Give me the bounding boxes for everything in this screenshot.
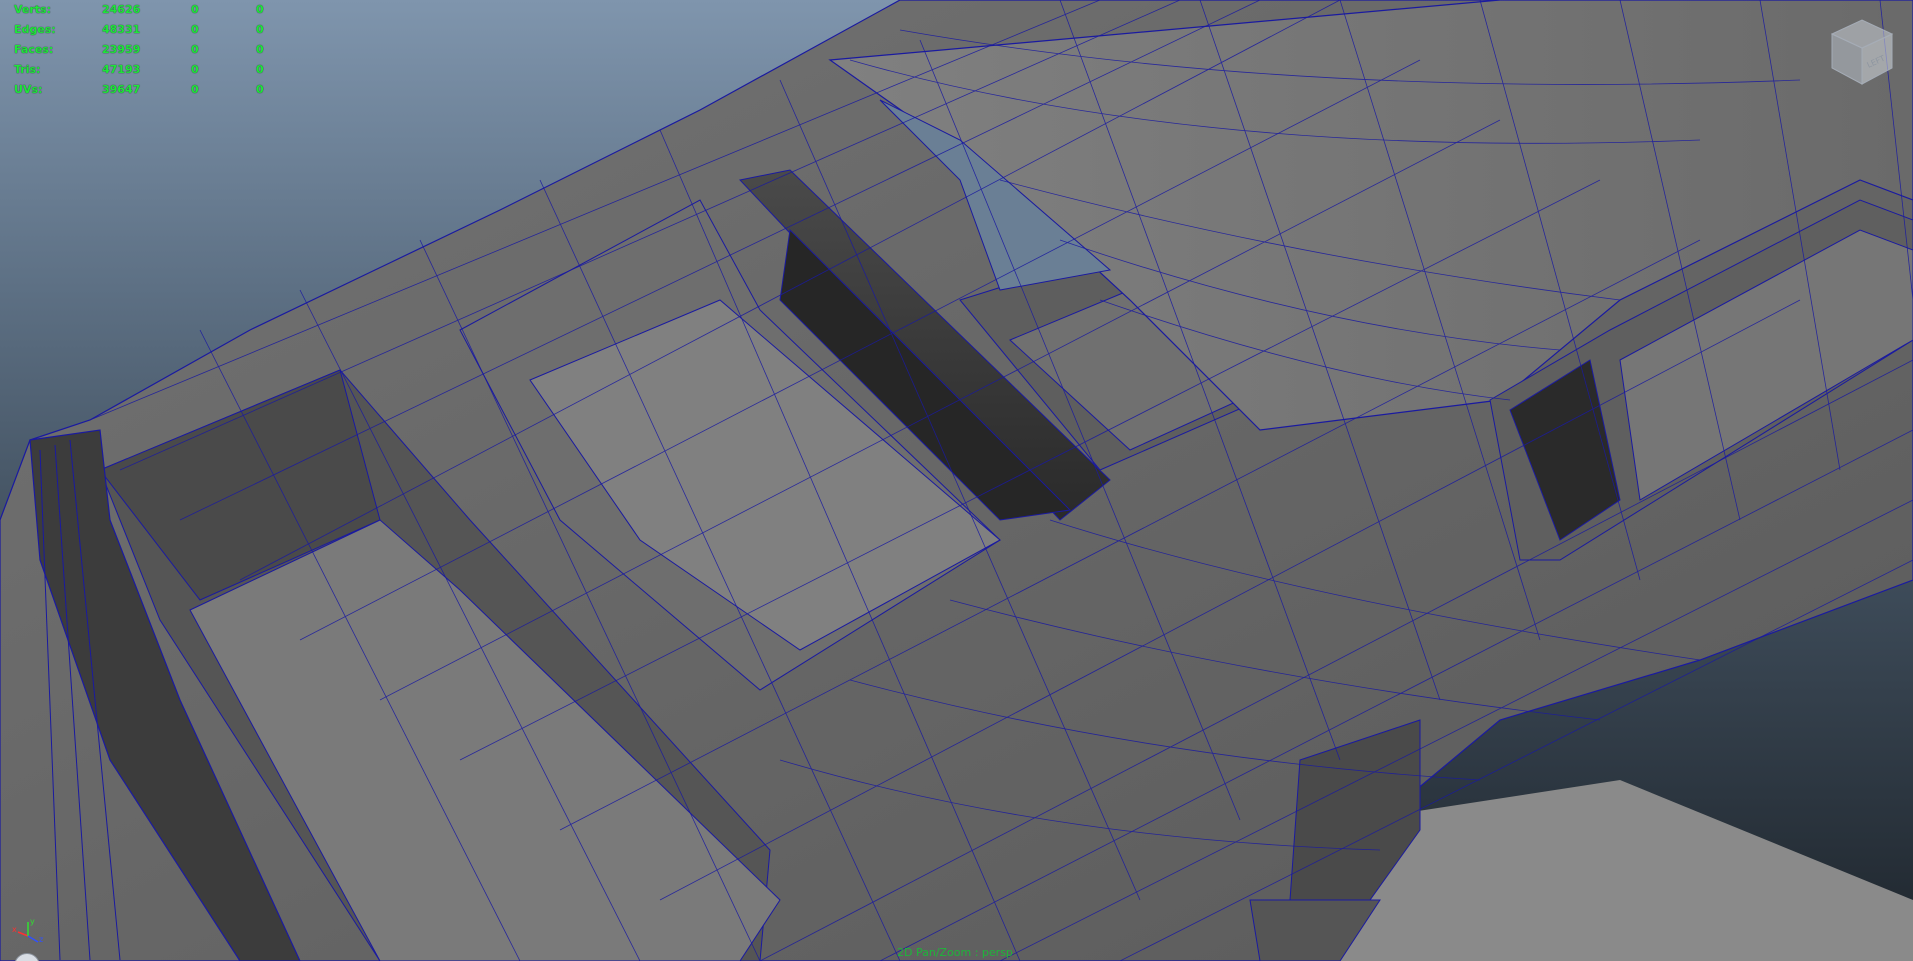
- hud-value: 0: [191, 83, 199, 96]
- axis-z-label: z: [39, 935, 43, 944]
- hud-value: 0: [191, 23, 199, 36]
- hud-value: 0: [256, 43, 264, 56]
- view-cube-icon[interactable]: LEFT: [1826, 16, 1898, 88]
- hud-label: UVs:: [14, 83, 43, 96]
- hud-value: 24626: [102, 3, 141, 16]
- car-mesh-render: [0, 0, 1913, 961]
- hud-value: 0: [256, 23, 264, 36]
- hud-value: 0: [191, 43, 199, 56]
- hud-row-edges: Edges: 48331 0 0: [14, 20, 274, 40]
- hud-value: 0: [191, 3, 199, 16]
- hud-row-tris: Tris: 47193 0 0: [14, 60, 274, 80]
- hud-value: 0: [191, 63, 199, 76]
- hud-value: 47193: [102, 63, 141, 76]
- hud-value: 23959: [102, 43, 141, 56]
- hud-row-verts: Verts: 24626 0 0: [14, 0, 274, 20]
- hud-label: Edges:: [14, 23, 56, 36]
- axis-gizmo-icon: x y z: [12, 917, 43, 944]
- 3d-viewport[interactable]: Verts: 24626 0 0 Edges: 48331 0 0 Faces:…: [0, 0, 1913, 961]
- hud-value: 39647: [102, 83, 141, 96]
- hud-value: 0: [256, 63, 264, 76]
- hud-value: 48331: [102, 23, 141, 36]
- hud-label: Tris:: [14, 63, 41, 76]
- hud-row-uvs: UVs: 39647 0 0: [14, 80, 274, 100]
- poly-count-hud: Verts: 24626 0 0 Edges: 48331 0 0 Faces:…: [14, 0, 274, 100]
- camera-label: 2D Pan/Zoom : persp: [897, 946, 1013, 959]
- axis-y-label: y: [30, 917, 35, 926]
- hud-row-faces: Faces: 23959 0 0: [14, 40, 274, 60]
- hud-label: Faces:: [14, 43, 54, 56]
- hud-label: Verts:: [14, 3, 52, 16]
- hud-value: 0: [256, 83, 264, 96]
- axis-x-label: x: [12, 925, 17, 934]
- hud-value: 0: [256, 3, 264, 16]
